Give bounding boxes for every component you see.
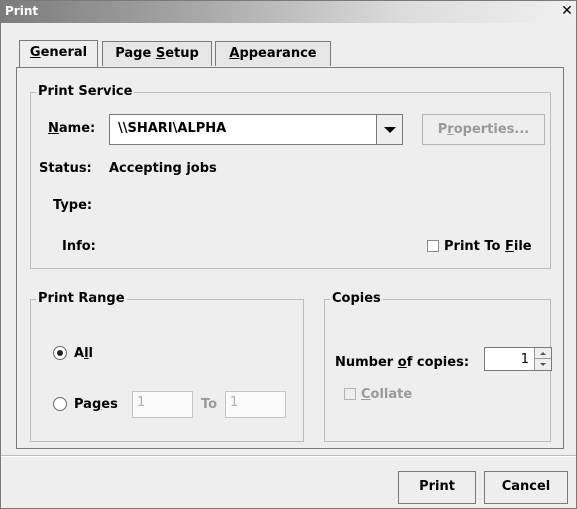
- info-label: Info:: [62, 239, 96, 254]
- copies-title: Copies: [330, 291, 383, 306]
- pages-to-field[interactable]: 1: [225, 391, 286, 418]
- button-separator: [1, 455, 576, 457]
- spinner-up-icon[interactable]: [535, 348, 551, 359]
- tab-general-mnemonic: G: [29, 45, 41, 60]
- window-title: Print: [5, 4, 39, 18]
- name-label-mnemonic: N: [48, 121, 59, 136]
- tab-page-setup-pre: Page: [115, 46, 156, 61]
- properties-pre: P: [437, 122, 448, 137]
- name-label-rest: ame:: [58, 121, 96, 136]
- all-pre: A: [74, 346, 85, 361]
- number-of-copies-mnemonic: o: [397, 355, 407, 370]
- tab-appearance-mnemonic: A: [229, 46, 240, 61]
- pages-mnemonic: g: [91, 397, 102, 412]
- status-label: Status:: [39, 161, 92, 176]
- pages-pre: Pa: [74, 397, 92, 412]
- chevron-down-icon[interactable]: [376, 115, 402, 144]
- number-of-copies-pre: Number: [335, 355, 398, 370]
- collate-mnemonic: C: [361, 387, 371, 402]
- pages-from-field[interactable]: 1: [132, 391, 193, 418]
- type-label: Type:: [53, 198, 93, 213]
- all-label[interactable]: All: [74, 346, 93, 361]
- printer-name-combo[interactable]: \\SHARI\ALPHA: [109, 114, 403, 145]
- all-post: l: [88, 346, 93, 361]
- copies-value: 1: [520, 352, 529, 367]
- print-button[interactable]: Print: [398, 471, 476, 504]
- properties-post: operties...: [453, 122, 530, 137]
- collate-post: ollate: [370, 387, 413, 402]
- print-range-title: Print Range: [36, 291, 127, 306]
- tab-page-setup-post: etup: [165, 46, 199, 61]
- print-to-file-mnemonic: F: [505, 239, 514, 254]
- collate-label[interactable]: Collate: [361, 387, 412, 402]
- pages-post: es: [101, 397, 118, 412]
- collate-checkbox[interactable]: [344, 388, 356, 400]
- number-of-copies-post: f copies:: [406, 355, 470, 370]
- tab-appearance[interactable]: Appearance: [215, 41, 331, 66]
- name-label: Name:: [48, 121, 95, 136]
- tab-general[interactable]: General: [19, 40, 98, 67]
- status-value: Accepting jobs: [109, 161, 217, 176]
- print-service-group: Print Service Name: \\SHARI\ALPHA Proper…: [30, 84, 551, 269]
- spinner-buttons: [534, 348, 551, 370]
- properties-button[interactable]: Properties...: [422, 114, 545, 145]
- print-dialog: Print ✕ General Page Setup Appearance Pr…: [0, 0, 577, 509]
- printer-name-value: \\SHARI\ALPHA: [118, 121, 227, 136]
- number-of-copies-label: Number of copies:: [335, 355, 469, 370]
- print-service-title: Print Service: [36, 84, 135, 99]
- copies-spinner[interactable]: 1: [484, 347, 552, 371]
- tab-panel-general: Print Service Name: \\SHARI\ALPHA Proper…: [16, 67, 564, 449]
- print-to-file-post: ile: [513, 239, 532, 254]
- print-to-file-label[interactable]: Print To File: [444, 239, 532, 254]
- tab-general-post: eneral: [40, 45, 88, 60]
- print-to-file-pre: Print To: [444, 239, 505, 254]
- all-radio[interactable]: [53, 346, 67, 360]
- tab-appearance-post: ppearance: [239, 46, 317, 61]
- copies-group: Copies Number of copies: 1 Collate: [324, 291, 552, 442]
- print-range-group: Print Range All Pages 1 To 1: [30, 291, 304, 442]
- close-icon[interactable]: ✕: [560, 4, 574, 18]
- title-bar[interactable]: Print ✕: [1, 1, 576, 23]
- pages-radio[interactable]: [53, 397, 67, 411]
- print-to-file-checkbox[interactable]: [427, 240, 439, 252]
- pages-to-label: To: [201, 397, 218, 412]
- pages-label[interactable]: Pages: [74, 397, 118, 412]
- tab-page-setup-mnemonic: S: [155, 46, 166, 61]
- cancel-button[interactable]: Cancel: [484, 471, 568, 504]
- tab-page-setup[interactable]: Page Setup: [102, 41, 212, 66]
- spinner-down-icon[interactable]: [535, 359, 551, 370]
